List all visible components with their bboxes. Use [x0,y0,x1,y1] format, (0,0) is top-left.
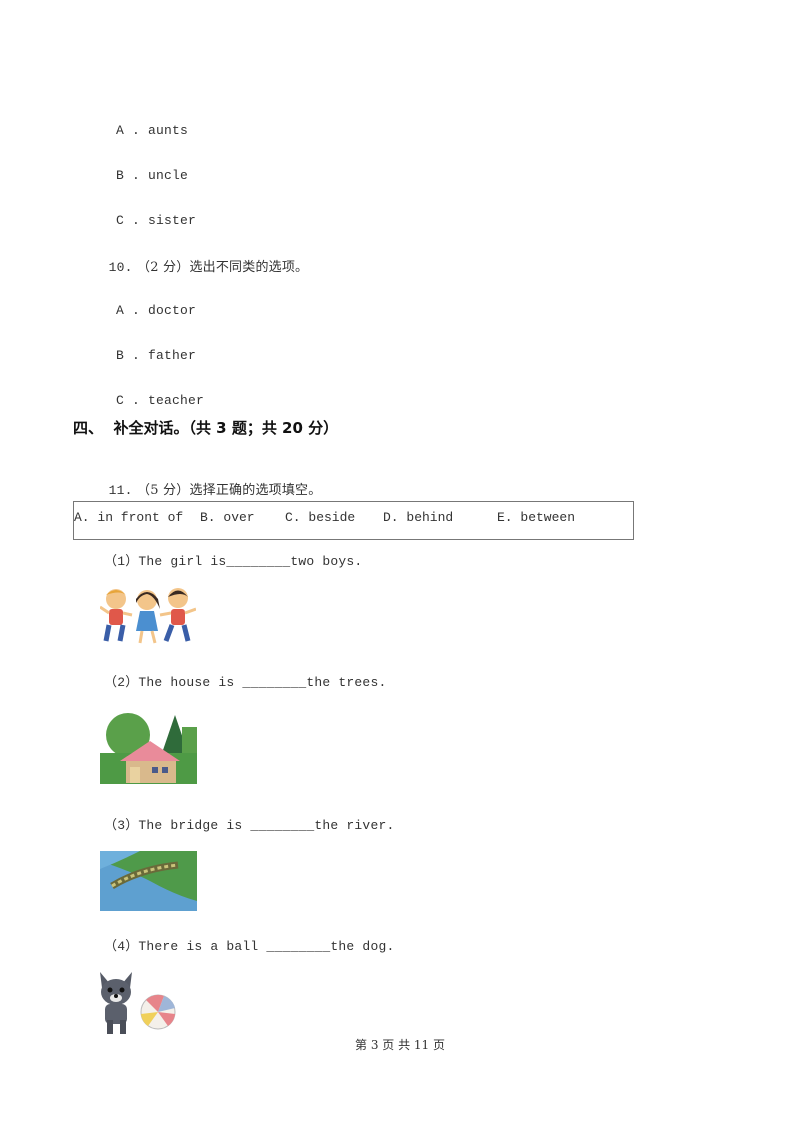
q9-option-b: B . uncle [116,168,189,183]
page-number-footer: 第 3 页 共 11 页 [355,1038,445,1052]
q10-option-c: C . teacher [116,393,205,408]
q11-item-4-text: （4）There is a ball ________the dog. [104,939,395,954]
q10-option-b: B . father [116,348,197,363]
house-trees-picture [100,713,197,784]
word-bank-choice-c: C. beside [285,510,356,525]
question-prompt: 选择正确的选项填空。 [189,483,322,498]
option-text: sister [148,213,197,228]
question-number: 11. [108,483,133,498]
ball [140,994,176,1030]
option-label: C [116,393,125,408]
q9-option-a: A . aunts [116,123,189,138]
three-children-picture [100,588,196,644]
q11-item-2-text: （2）The house is ________the trees. [104,675,387,690]
q11-item-1-text: （1）The girl is________two boys. [104,554,363,569]
q10-header: 10. （2 分）选出不同类的选项。 [100,241,308,275]
section-heading: 四、 补全对话。（共 3 题；共 20 分） [73,419,339,437]
q11-header: 11. （5 分）选择正确的选项填空。 [100,464,322,498]
q11-item-3-text: （3）The bridge is ________the river. [104,818,395,833]
option-label: A [116,303,125,318]
word-bank-choice-e: E. between [497,510,576,525]
bridge-river-picture [100,851,197,911]
question-prompt: 选出不同类的选项。 [189,260,309,275]
word-bank-choice-a: A. in front of [74,510,184,525]
question-number: 10. [108,260,133,275]
option-text: father [148,348,197,363]
option-label: B [116,168,125,183]
option-text: doctor [148,303,197,318]
q9-option-c: C . sister [116,213,197,228]
word-bank-choice-d: D. behind [383,510,454,525]
option-text: teacher [148,393,205,408]
word-bank-choice-b: B. over [200,510,255,525]
option-label: C [116,213,125,228]
word-bank-box: A. in front of B. over C. beside D. behi… [73,501,634,540]
dog-ball-picture [100,972,176,1034]
option-text: uncle [148,168,189,183]
question-score: （5 分） [137,483,190,498]
q10-option-a: A . doctor [116,303,197,318]
option-text: aunts [148,123,189,138]
question-score: （2 分） [137,260,190,275]
option-label: B [116,348,125,363]
option-label: A [116,123,125,138]
